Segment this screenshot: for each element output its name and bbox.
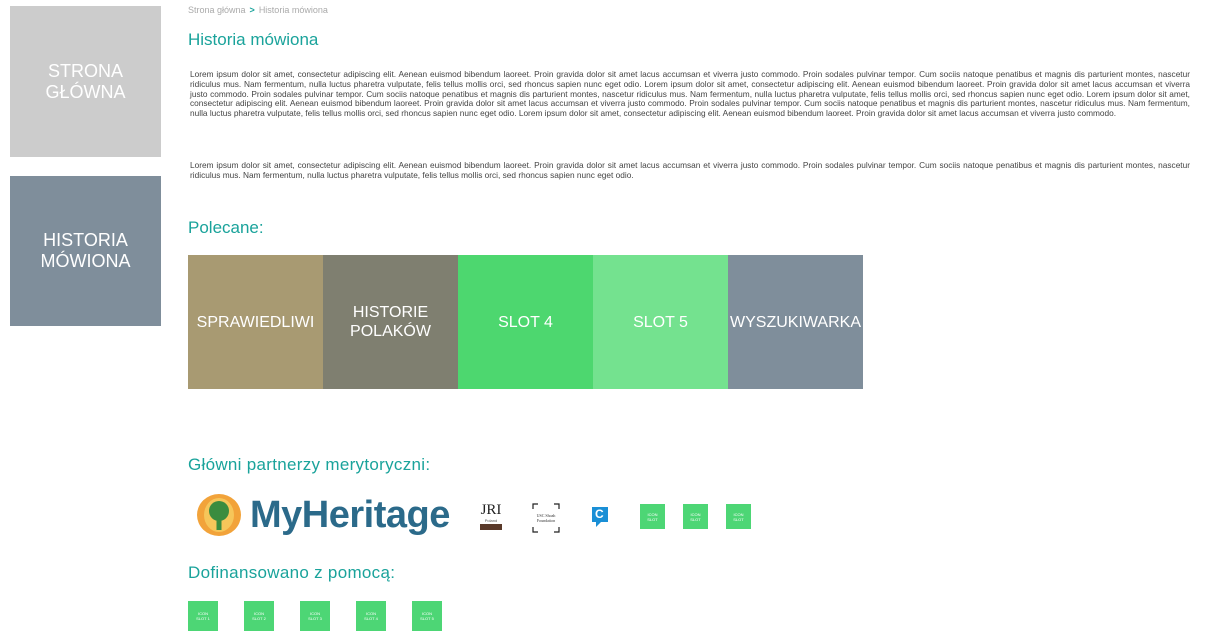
jri-poland-title: JRI bbox=[480, 502, 502, 518]
featured-tile-label: WYSZUKIWARKA bbox=[730, 313, 861, 331]
partner-icon-slot-1[interactable]: ICON SLOT bbox=[640, 504, 665, 529]
icon-slot-text: SLOT 3 bbox=[308, 616, 322, 621]
sidebar-tile-history-label: HISTORIA MÓWIONA bbox=[40, 230, 131, 271]
icon-slot-text: SLOT 2 bbox=[252, 616, 266, 621]
icon-slot-text: SLOT bbox=[647, 516, 658, 522]
myheritage-wordmark: MyHeritage bbox=[250, 493, 450, 536]
featured-tile-sprawiedliwi[interactable]: SPRAWIEDLIWI bbox=[188, 255, 323, 389]
partner-icon-slot-2[interactable]: ICON SLOT bbox=[683, 504, 708, 529]
breadcrumb-separator: > bbox=[249, 5, 255, 15]
featured-tiles: SPRAWIEDLIWI HISTORIE POLAKÓW SLOT 4 SLOT… bbox=[188, 255, 863, 389]
centropa-letter: C bbox=[595, 507, 604, 521]
funding-icon-slot-4[interactable]: ICON SLOT 4 bbox=[356, 601, 386, 631]
featured-tile-label: SLOT 4 bbox=[498, 313, 553, 331]
jri-poland-base bbox=[480, 524, 502, 530]
featured-tile-historie-polakow[interactable]: HISTORIE POLAKÓW bbox=[323, 255, 458, 389]
sidebar-tile-history[interactable]: HISTORIA MÓWIONA bbox=[10, 176, 161, 326]
jri-poland-subtitle: Poland bbox=[484, 518, 498, 523]
usc-shoah-foundation-logo[interactable]: USC Shoah Foundation bbox=[532, 503, 560, 533]
featured-heading: Polecane: bbox=[188, 218, 264, 237]
funding-icon-slot-3[interactable]: ICON SLOT 3 bbox=[300, 601, 330, 631]
icon-slot-text: SLOT bbox=[690, 516, 701, 522]
intro-paragraph-1: Lorem ipsum dolor sit amet, consectetur … bbox=[190, 69, 1190, 119]
funding-heading: Dofinansowano z pomocą: bbox=[188, 563, 396, 582]
icon-slot-text: SLOT 5 bbox=[420, 616, 434, 621]
icon-slot-text: SLOT 1 bbox=[196, 616, 210, 621]
featured-tile-slot-4[interactable]: SLOT 4 bbox=[458, 255, 593, 389]
funding-icon-slot-5[interactable]: ICON SLOT 5 bbox=[412, 601, 442, 631]
partner-icon-slot-3[interactable]: ICON SLOT bbox=[726, 504, 751, 529]
icon-slot-text: SLOT 4 bbox=[364, 616, 378, 621]
icon-slot-text: SLOT bbox=[733, 516, 744, 522]
page-title: Historia mówiona bbox=[188, 30, 319, 49]
sidebar-tile-home[interactable]: STRONA GŁÓWNA bbox=[10, 6, 161, 157]
usc-line-2: Foundation bbox=[536, 518, 556, 523]
funding-icon-slot-2[interactable]: ICON SLOT 2 bbox=[244, 601, 274, 631]
featured-tile-label: HISTORIE bbox=[352, 304, 429, 321]
intro-paragraph-2: Lorem ipsum dolor sit amet, consectetur … bbox=[190, 160, 1190, 180]
partners-heading: Główni partnerzy merytoryczni: bbox=[188, 455, 431, 474]
sidebar-tile-home-label: STRONA GŁÓWNA bbox=[45, 60, 126, 102]
featured-tile-label: SLOT 5 bbox=[633, 313, 688, 331]
featured-tile-wyszukiwarka[interactable]: WYSZUKIWARKA bbox=[728, 255, 863, 389]
centropa-logo[interactable]: C bbox=[590, 505, 610, 529]
funding-icon-slot-1[interactable]: ICON SLOT 1 bbox=[188, 601, 218, 631]
featured-tile-label: SPRAWIEDLIWI bbox=[196, 313, 315, 331]
breadcrumb-current: Historia mówiona bbox=[258, 5, 328, 15]
jri-poland-logo[interactable]: JRI Poland bbox=[480, 503, 502, 533]
featured-tile-slot-5[interactable]: SLOT 5 bbox=[593, 255, 728, 389]
myheritage-tree-icon bbox=[197, 494, 241, 536]
myheritage-logo[interactable]: MyHeritage bbox=[196, 493, 450, 537]
featured-tile-label: POLAKÓW bbox=[350, 323, 431, 340]
breadcrumb-home-link[interactable]: Strona główna bbox=[188, 5, 246, 15]
breadcrumb: Strona główna > Historia mówiona bbox=[188, 5, 328, 15]
